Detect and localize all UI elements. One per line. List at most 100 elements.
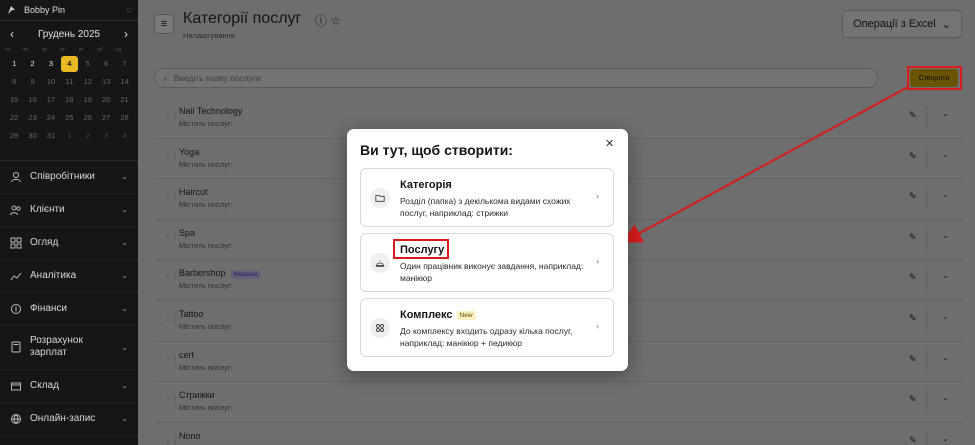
calendar-day[interactable]: 10 (42, 73, 60, 91)
edit-pencil-icon[interactable]: ✎ (909, 232, 917, 243)
drag-handle-icon[interactable]: ⋮⋮ (164, 314, 179, 323)
calendar-day[interactable]: 21 (115, 91, 133, 109)
edit-pencil-icon[interactable]: ✎ (909, 110, 917, 121)
chevron-down-icon[interactable]: ⌄ (942, 271, 949, 280)
calendar-day[interactable]: 2 (23, 55, 41, 73)
calendar-day[interactable]: 12 (79, 73, 97, 91)
calendar-day[interactable]: 19 (79, 91, 97, 109)
weekday-label: чт (60, 47, 66, 53)
theme-toggle-icon[interactable]: ○ (126, 5, 132, 16)
calendar-day[interactable]: 16 (23, 91, 41, 109)
option-title: Комплекс New (400, 309, 476, 321)
category-option[interactable]: Категорія Розділ (папка) з декількома вид… (360, 168, 614, 227)
breadcrumb[interactable]: Налаштування (183, 31, 235, 40)
drag-handle-icon[interactable]: ⋮⋮ (164, 395, 179, 404)
service-name-text: cert (179, 349, 195, 360)
complex-option[interactable]: Комплекс New До комплексу входить одразу к… (360, 298, 614, 357)
calendar-next-icon[interactable]: › (124, 27, 128, 41)
calendar-day[interactable]: 24 (42, 108, 60, 126)
calendar-day[interactable]: 31 (42, 126, 60, 144)
calendar-day[interactable]: 29 (5, 126, 23, 144)
edit-pencil-icon[interactable]: ✎ (909, 313, 917, 324)
sidebar-item-5[interactable]: Розрахунок зарплат ⌄ (0, 326, 138, 370)
calendar-day[interactable]: 30 (23, 126, 41, 144)
edit-pencil-icon[interactable]: ✎ (909, 354, 917, 365)
drag-handle-icon[interactable]: ⋮⋮ (164, 355, 179, 364)
calendar-day[interactable]: 27 (97, 108, 115, 126)
calendar-day[interactable]: 7 (115, 55, 133, 73)
close-icon[interactable]: ✕ (605, 137, 614, 150)
sidebar-item-4[interactable]: Фінанси ⌄ (0, 293, 138, 326)
drag-handle-icon[interactable]: ⋮⋮ (164, 192, 179, 201)
calendar-day[interactable]: 11 (60, 73, 78, 91)
edit-pencil-icon[interactable]: ✎ (909, 272, 917, 283)
weekday-label: пн (5, 47, 11, 53)
search-bar[interactable]: ⌕ Введіть назву послуги (154, 68, 878, 88)
edit-pencil-icon[interactable]: ✎ (909, 435, 917, 445)
star-icon[interactable]: ☆ (330, 14, 341, 28)
chevron-down-icon[interactable]: ⌄ (942, 190, 949, 199)
chevron-down-icon[interactable]: ⌄ (942, 150, 949, 159)
create-modal: Ви тут, щоб створити: ✕ Категорія Розділ … (347, 129, 628, 371)
calendar-prev-icon[interactable]: ‹ (10, 27, 14, 41)
weekday-label: вт (23, 47, 29, 53)
calendar-day[interactable]: 8 (5, 73, 23, 91)
calendar-day[interactable]: 2 (79, 126, 97, 144)
calendar-day[interactable]: 26 (79, 108, 97, 126)
calendar-day[interactable]: 3 (97, 126, 115, 144)
edit-pencil-icon[interactable]: ✎ (909, 151, 917, 162)
sidebar-item-6[interactable]: Склад ⌄ (0, 370, 138, 403)
chevron-down-icon[interactable]: ⌄ (942, 434, 949, 443)
calendar-day[interactable]: 18 (60, 91, 78, 109)
page-title: Категорії послуг (183, 10, 302, 27)
calendar-day[interactable]: 1 (5, 55, 23, 73)
calendar-day[interactable]: 13 (97, 73, 115, 91)
chevron-down-icon: ⌄ (121, 414, 128, 424)
service-name: Nail Technology (179, 106, 242, 116)
drag-handle-icon[interactable]: ⋮⋮ (164, 152, 179, 161)
service-name: Стрижки (179, 390, 215, 400)
calendar-day[interactable]: 20 (97, 91, 115, 109)
calendar-day[interactable]: 23 (23, 108, 41, 126)
calendar-day[interactable]: 9 (23, 73, 41, 91)
drag-handle-icon[interactable]: ⋮⋮ (164, 436, 179, 445)
calendar-day[interactable]: 5 (79, 55, 97, 73)
calendar-day[interactable]: 17 (42, 91, 60, 109)
sidebar-item-3[interactable]: Аналітика ⌄ (0, 260, 138, 293)
coin-icon (11, 303, 21, 314)
calendar-day[interactable]: 6 (97, 55, 115, 73)
calendar-day[interactable]: 15 (5, 91, 23, 109)
user-name[interactable]: Bobby Pin (24, 5, 65, 15)
drag-handle-icon[interactable]: ⋮⋮ (164, 111, 179, 120)
sidebar-item-2[interactable]: Огляд ⌄ (0, 227, 138, 260)
chevron-down-icon[interactable]: ⌄ (942, 109, 949, 118)
service-count: Містить послуг: (179, 403, 233, 413)
hamburger-menu-icon[interactable]: ≡ (154, 14, 174, 34)
table-row[interactable]: ⋮⋮ Nono ✎ ⌄ (154, 423, 962, 445)
calendar-day[interactable]: 28 (115, 108, 133, 126)
drag-handle-icon[interactable]: ⋮⋮ (164, 273, 179, 282)
calendar-day[interactable]: 1 (60, 126, 78, 144)
drag-handle-icon[interactable]: ⋮⋮ (164, 233, 179, 242)
sidebar-item-7[interactable]: Онлайн-запис ⌄ (0, 403, 138, 436)
chevron-down-icon[interactable]: ⌄ (942, 231, 949, 240)
info-icon[interactable]: ⓘ (315, 14, 327, 28)
sidebar-item-1[interactable]: Клієнти ⌄ (0, 194, 138, 227)
sidebar-item-0[interactable]: Співробітники ⌄ (0, 161, 138, 194)
edit-pencil-icon[interactable]: ✎ (909, 191, 917, 202)
excel-operations-label: Операції з Excel (853, 18, 936, 30)
calendar-day-today[interactable]: 4 (61, 56, 78, 72)
calendar-day[interactable]: 25 (60, 108, 78, 126)
excel-operations-button[interactable]: Операції з Excel ⌄ (842, 10, 962, 38)
chevron-down-icon: ⌄ (121, 381, 128, 391)
chevron-down-icon[interactable]: ⌄ (942, 353, 949, 362)
calendar-day[interactable]: 22 (5, 108, 23, 126)
chevron-down-icon[interactable]: ⌄ (942, 393, 949, 402)
chevron-down-icon[interactable]: ⌄ (942, 312, 949, 321)
service-name-text: Nono (179, 430, 201, 441)
calendar-day[interactable]: 4 (115, 126, 133, 144)
calendar-day[interactable]: 14 (115, 73, 133, 91)
edit-pencil-icon[interactable]: ✎ (909, 394, 917, 405)
table-row[interactable]: ⋮⋮ Стрижки Містить послуг: ✎ ⌄ (154, 382, 962, 423)
calendar-day[interactable]: 3 (42, 55, 60, 73)
